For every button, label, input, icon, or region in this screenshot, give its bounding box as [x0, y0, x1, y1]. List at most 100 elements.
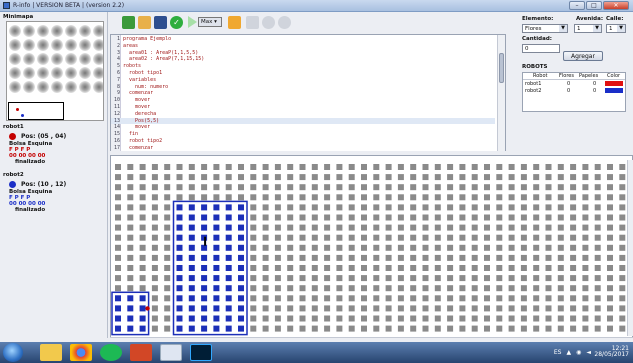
minimap-block [93, 39, 103, 51]
city-block [151, 325, 158, 332]
code-line[interactable]: 10 mover [111, 97, 495, 103]
powerpoint-icon[interactable] [130, 344, 152, 361]
city-block [520, 254, 527, 261]
explorer-icon[interactable] [40, 344, 62, 361]
city-block [139, 295, 146, 302]
minimize-button[interactable]: – [569, 1, 585, 10]
table-row[interactable]: robot2 0 0 [523, 88, 625, 94]
photoshop-icon[interactable] [190, 344, 212, 361]
code-line[interactable]: 12 derecha [111, 111, 495, 117]
play-icon[interactable] [188, 16, 197, 28]
city-block [274, 234, 281, 241]
city-block [115, 265, 121, 271]
city-block [397, 325, 404, 332]
city-block [619, 224, 626, 231]
code-line[interactable]: 2 areas [111, 43, 495, 49]
city-block [336, 214, 343, 221]
city-block [508, 295, 515, 302]
city-block [619, 254, 626, 261]
chrome-icon[interactable] [70, 344, 92, 361]
close-button[interactable]: ✕ [603, 1, 629, 10]
code-line[interactable]: 9 comenzar [111, 90, 495, 96]
cantidad-input[interactable]: 0 [522, 44, 560, 53]
city-block [410, 265, 417, 271]
city-block [115, 295, 121, 302]
brush-icon[interactable] [228, 16, 241, 29]
city-block [238, 184, 244, 191]
city-block [459, 305, 466, 312]
spotify-icon[interactable] [100, 344, 122, 361]
city-block [164, 275, 171, 282]
avenida-select[interactable]: 1 ▼ [574, 24, 602, 33]
code-line[interactable]: 4 area02 : AreaP(7,1,15,15) [111, 56, 495, 62]
city-block [373, 254, 380, 261]
rinfo-icon[interactable] [160, 344, 182, 361]
clock[interactable]: 12:21 28/05/2017 [594, 346, 629, 358]
code-line[interactable]: 14 mover [111, 124, 495, 130]
calle-select[interactable]: 1 ▼ [606, 24, 626, 33]
city-block [336, 254, 343, 261]
city-block [188, 224, 195, 231]
city-block [361, 265, 367, 271]
minimap-viewport[interactable] [8, 102, 64, 120]
save-icon[interactable] [154, 16, 167, 29]
city-block [336, 224, 343, 231]
elemento-select[interactable]: Flores ▼ [522, 24, 568, 33]
city-block [447, 265, 454, 271]
pause-icon[interactable] [278, 16, 291, 29]
city-block [533, 315, 540, 322]
stop-icon[interactable] [262, 16, 275, 29]
code-line[interactable]: 1 programa Ejemplo [111, 36, 495, 42]
max-speed-select[interactable]: Max ▾ [198, 17, 222, 27]
map-vertical-scrollbar[interactable] [627, 160, 633, 336]
city-block [582, 254, 589, 261]
city-block [459, 164, 466, 170]
city-block [484, 295, 490, 302]
tray-volume-icon[interactable]: ◄ [586, 349, 591, 356]
tray-network-icon[interactable]: ◉ [576, 349, 581, 356]
step-icon[interactable] [246, 16, 259, 29]
code-line[interactable]: 11 mover [111, 104, 495, 110]
city-block [164, 204, 171, 211]
city-block [422, 184, 429, 191]
city-block [410, 254, 417, 261]
code-line[interactable]: 7 variables [111, 77, 495, 83]
code-line[interactable]: 3 area01 : AreaP(1,1,5,5) [111, 50, 495, 56]
city-block [607, 184, 613, 191]
city-block [324, 184, 331, 191]
start-button[interactable] [3, 343, 23, 362]
city-block [201, 305, 208, 312]
code-line[interactable]: 13 Pos(5,5) [111, 117, 495, 124]
minimap[interactable] [6, 21, 104, 121]
city-block [188, 285, 195, 292]
city-block [484, 224, 490, 231]
tray-up-arrow-icon[interactable]: ▲ [567, 349, 572, 356]
city-block [164, 164, 171, 170]
code-line[interactable]: 15 fin [111, 131, 495, 137]
editor-vertical-scrollbar[interactable] [497, 35, 505, 151]
city-block [348, 194, 355, 201]
elemento-label: Elemento: [522, 16, 554, 22]
code-editor[interactable]: 1 programa Ejemplo 2 areas 3 area01 : AreaP(… [110, 34, 506, 152]
code-line[interactable]: 6 robot tipo1 [111, 70, 495, 76]
city-block [225, 164, 232, 170]
city-map[interactable] [110, 155, 633, 338]
code-line[interactable]: 5 robots [111, 63, 495, 69]
check-icon[interactable]: ✓ [170, 16, 183, 29]
city-block [151, 224, 158, 231]
city-block [324, 254, 331, 261]
city-block [164, 265, 171, 271]
maximize-button[interactable]: □ [586, 1, 602, 10]
city-block [324, 214, 331, 221]
city-block [570, 315, 577, 322]
code-line[interactable]: 8 num: numero [111, 84, 495, 90]
open-folder-icon[interactable] [138, 16, 151, 29]
tree-icon[interactable] [122, 16, 135, 29]
city-block [545, 315, 552, 322]
code-line[interactable]: 16 robot tipo2 [111, 138, 495, 144]
city-block [582, 244, 589, 251]
city-block [361, 174, 367, 181]
table-row[interactable]: robot1 0 0 [523, 81, 625, 87]
agregar-button[interactable]: Agregar [563, 51, 603, 61]
language-indicator[interactable]: ES [554, 349, 562, 356]
